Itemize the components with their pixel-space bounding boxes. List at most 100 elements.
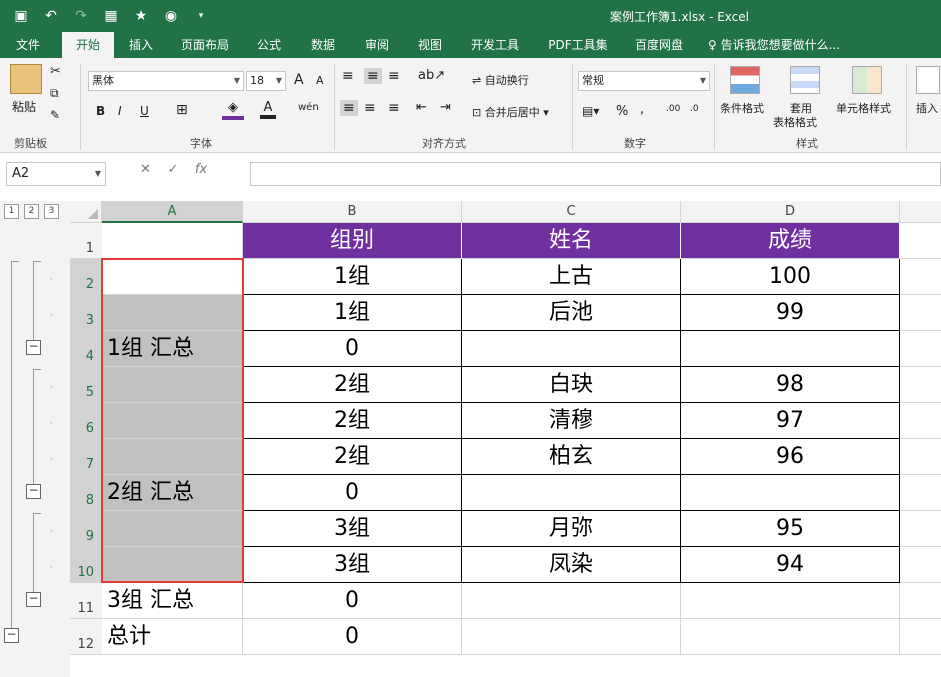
cell-d4[interactable]: [681, 331, 900, 367]
cell-b6[interactable]: 2组: [243, 403, 462, 439]
paste-icon[interactable]: [10, 64, 42, 94]
collapse-group2-button[interactable]: −: [26, 484, 41, 499]
insert-cells-icon[interactable]: [916, 66, 940, 94]
comma-icon[interactable]: ,: [640, 102, 644, 117]
italic-button[interactable]: I: [118, 104, 122, 118]
align-bottom-icon[interactable]: ≡: [388, 68, 400, 84]
cell-b11[interactable]: 0: [243, 583, 462, 619]
cell-c11[interactable]: [462, 583, 681, 619]
row-header-4[interactable]: 4: [70, 331, 102, 367]
number-format-combo[interactable]: 常规 ▼: [578, 71, 710, 91]
cell-d8[interactable]: [681, 475, 900, 511]
cell-a1[interactable]: [102, 223, 243, 259]
row-header-6[interactable]: 6: [70, 403, 102, 439]
table-format-label-2[interactable]: 表格格式: [773, 114, 817, 130]
form-icon[interactable]: ▦: [98, 5, 124, 27]
row-header-10[interactable]: 10: [70, 547, 102, 583]
increase-indent-icon[interactable]: ⇥: [440, 100, 451, 115]
cell-b12[interactable]: 0: [243, 619, 462, 655]
camera-icon[interactable]: ◉: [158, 5, 184, 27]
cell-c12[interactable]: [462, 619, 681, 655]
cell-e11[interactable]: [900, 583, 941, 619]
cell-e5[interactable]: [900, 367, 941, 403]
cell-d9[interactable]: 95: [681, 511, 900, 547]
bold-button[interactable]: B: [96, 104, 105, 118]
font-size-combo[interactable]: 18 ▼: [246, 71, 286, 91]
tab-insert[interactable]: 插入: [118, 32, 164, 58]
tab-pdf-tools[interactable]: PDF工具集: [540, 32, 616, 58]
table-format-icon[interactable]: [790, 66, 820, 94]
font-color-icon[interactable]: A: [260, 100, 276, 119]
cell-b3[interactable]: 1组: [243, 295, 462, 331]
cell-c9[interactable]: 月弥: [462, 511, 681, 547]
align-middle-icon[interactable]: ≡: [364, 68, 382, 84]
cell-styles-button[interactable]: 单元格样式: [836, 100, 891, 116]
cell-e7[interactable]: [900, 439, 941, 475]
align-center-icon[interactable]: ≡: [364, 100, 376, 116]
row-header-5[interactable]: 5: [70, 367, 102, 403]
name-box[interactable]: A2 ▼: [6, 162, 106, 186]
cell-styles-icon[interactable]: [852, 66, 882, 94]
conditional-format-button[interactable]: 条件格式: [720, 100, 764, 116]
merge-center-button[interactable]: ⊡ 合并后居中 ▾: [472, 104, 549, 120]
row-header-3[interactable]: 3: [70, 295, 102, 331]
pinyin-icon[interactable]: wén: [298, 102, 319, 113]
tell-me-box[interactable]: ♀ 告诉我您想要做什么...: [708, 32, 858, 58]
column-header-b[interactable]: B: [243, 201, 462, 223]
cell-d12[interactable]: [681, 619, 900, 655]
row-header-12[interactable]: 12: [70, 619, 102, 655]
enter-icon[interactable]: ✓: [167, 162, 178, 177]
row-header-7[interactable]: 7: [70, 439, 102, 475]
cell-b10[interactable]: 3组: [243, 547, 462, 583]
row-header-11[interactable]: 11: [70, 583, 102, 619]
cell-b1[interactable]: 组别: [243, 223, 462, 259]
cell-b4[interactable]: 0: [243, 331, 462, 367]
format-painter-icon[interactable]: ✎: [50, 108, 60, 122]
decrease-indent-icon[interactable]: ⇤: [416, 100, 427, 115]
cell-c4[interactable]: [462, 331, 681, 367]
align-right-icon[interactable]: ≡: [388, 100, 400, 116]
align-left-icon[interactable]: ≡: [340, 100, 358, 116]
star-icon[interactable]: ★: [128, 5, 154, 27]
cell-b2[interactable]: 1组: [243, 259, 462, 295]
collapse-group1-button[interactable]: −: [26, 340, 41, 355]
row-header-1[interactable]: 1: [70, 223, 102, 259]
cell-c10[interactable]: 凤染: [462, 547, 681, 583]
customize-qat-icon[interactable]: ▾: [188, 5, 214, 27]
column-header-a[interactable]: A: [102, 201, 243, 223]
cell-e12[interactable]: [900, 619, 941, 655]
font-grow-icon[interactable]: A: [294, 72, 304, 88]
outline-level-2-button[interactable]: 2: [24, 204, 39, 219]
column-header-d[interactable]: D: [681, 201, 900, 223]
conditional-format-icon[interactable]: [730, 66, 760, 94]
cell-e3[interactable]: [900, 295, 941, 331]
cell-d2[interactable]: 100: [681, 259, 900, 295]
cell-c1[interactable]: 姓名: [462, 223, 681, 259]
tab-formulas[interactable]: 公式: [246, 32, 292, 58]
percent-icon[interactable]: %: [616, 104, 628, 119]
undo-icon[interactable]: ↶: [38, 5, 64, 27]
underline-button[interactable]: U: [140, 104, 149, 118]
wrap-text-button[interactable]: ⇌ 自动换行: [472, 72, 529, 88]
cell-c3[interactable]: 后池: [462, 295, 681, 331]
cell-c8[interactable]: [462, 475, 681, 511]
formula-input[interactable]: [250, 162, 941, 186]
increase-decimal-icon[interactable]: .00: [666, 104, 680, 114]
cell-e9[interactable]: [900, 511, 941, 547]
cut-icon[interactable]: ✂: [50, 64, 61, 79]
border-icon[interactable]: ⊞: [176, 102, 188, 118]
cell-e8[interactable]: [900, 475, 941, 511]
font-shrink-icon[interactable]: A: [316, 74, 324, 87]
collapse-group3-button[interactable]: −: [26, 592, 41, 607]
cell-d1[interactable]: 成绩: [681, 223, 900, 259]
cell-e10[interactable]: [900, 547, 941, 583]
fill-color-icon[interactable]: ◈: [222, 100, 244, 120]
outline-level-3-button[interactable]: 3: [44, 204, 59, 219]
cell-d7[interactable]: 96: [681, 439, 900, 475]
currency-icon[interactable]: ▤▾: [582, 104, 599, 118]
cell-e4[interactable]: [900, 331, 941, 367]
row-header-2[interactable]: 2: [70, 259, 102, 295]
tab-baidu-netdisk[interactable]: 百度网盘: [626, 32, 692, 58]
insert-cells-button[interactable]: 插入: [916, 100, 938, 116]
tab-file[interactable]: 文件: [6, 32, 50, 58]
